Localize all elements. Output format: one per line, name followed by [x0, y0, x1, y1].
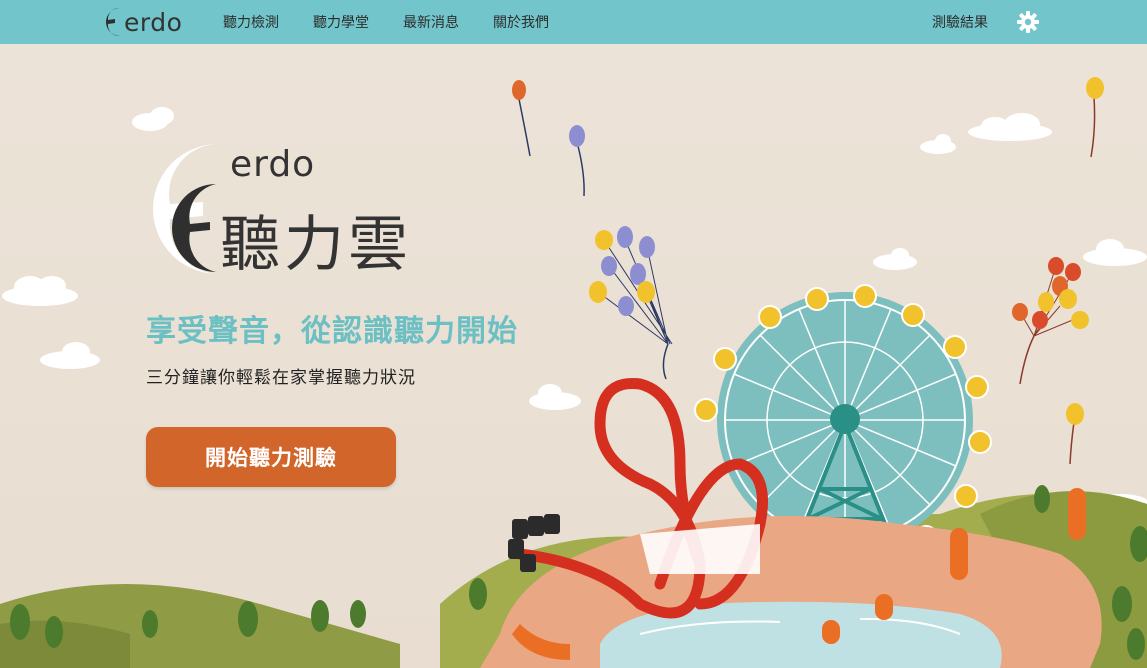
- nav-hearing-test[interactable]: 聽力檢測: [223, 0, 279, 44]
- brand-moon-icon: [153, 144, 218, 274]
- hero-brand-logo: erdo 聽力雲: [148, 144, 468, 280]
- nav-about-us[interactable]: 關於我們: [493, 0, 549, 44]
- logo-moon-icon: [106, 7, 120, 37]
- nav-latest-news[interactable]: 最新消息: [403, 0, 459, 44]
- nav-test-results[interactable]: 測驗結果: [932, 0, 988, 44]
- hero-banner: erdo 聽力雲 享受聲音，從認識聽力開始 三分鐘讓你輕鬆在家掌握聽力狀況 開始…: [0, 44, 1147, 668]
- top-navigation-bar: erdo 聽力檢測 聽力學堂 最新消息 關於我們 測驗結果: [0, 0, 1147, 44]
- hero-tagline: 享受聲音，從認識聽力開始: [146, 314, 518, 349]
- brand-text-zh: 聽力雲: [220, 210, 412, 280]
- site-logo[interactable]: erdo: [102, 5, 182, 39]
- brand-text-en: erdo: [230, 144, 316, 185]
- hero-subtitle: 三分鐘讓你輕鬆在家掌握聽力狀況: [146, 368, 416, 388]
- start-hearing-test-button[interactable]: 開始聽力測驗: [146, 427, 396, 487]
- nav-hearing-academy[interactable]: 聽力學堂: [313, 0, 369, 44]
- logo-text: erdo: [124, 7, 183, 37]
- gear-icon[interactable]: [1016, 10, 1040, 34]
- amusement-park-illustration: [0, 77, 1147, 668]
